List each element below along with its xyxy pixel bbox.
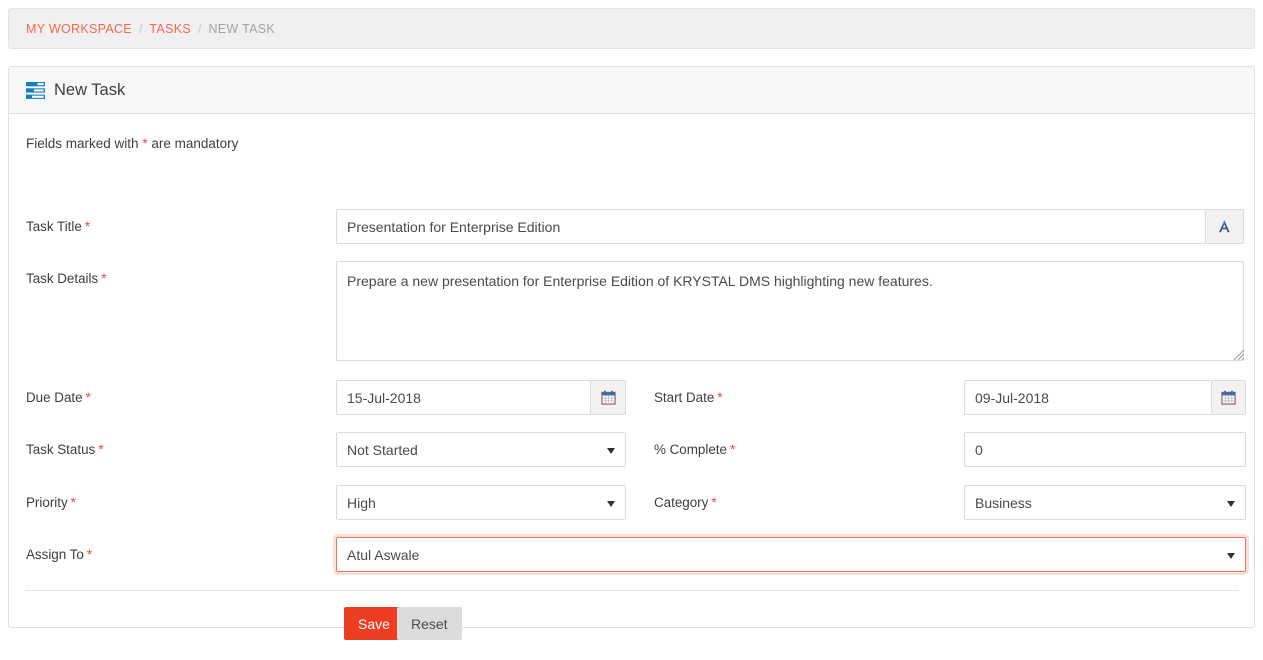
calendar-icon [600, 390, 616, 405]
panel-header: New Task [9, 67, 1254, 114]
label-assign-to: Assign To * [26, 547, 93, 562]
mandatory-note-prefix: Fields marked with [26, 136, 139, 151]
breadcrumb-separator: / [138, 21, 143, 36]
label-start-date: Start Date * [654, 390, 723, 405]
percent-complete-input[interactable] [964, 432, 1246, 467]
chevron-down-icon [607, 447, 615, 454]
priority-value: High [347, 494, 376, 511]
label-priority: Priority * [26, 495, 76, 510]
form-divider [26, 590, 1238, 591]
task-details-textarea[interactable] [336, 261, 1244, 361]
label-task-title: Task Title * [26, 219, 91, 234]
due-date-calendar-button[interactable] [591, 380, 626, 415]
mandatory-note-suffix: are mandatory [151, 136, 239, 151]
breadcrumb-item-my-workspace[interactable]: MY WORKSPACE [26, 22, 132, 36]
label-due-date: Due Date * [26, 390, 91, 405]
breadcrumb-item-tasks[interactable]: TASKS [149, 22, 191, 36]
task-title-format-button[interactable] [1206, 209, 1244, 244]
category-select[interactable]: Business [964, 485, 1246, 520]
assign-to-value: Atul Aswale [347, 546, 420, 563]
calendar-icon [1221, 390, 1236, 405]
task-title-input[interactable] [336, 209, 1206, 244]
page-title: New Task [54, 80, 126, 99]
panel-body: Fields marked with * are mandatory Task … [9, 114, 1254, 640]
new-task-page: MY WORKSPACE / TASKS / NEW TASK New Task [0, 0, 1263, 660]
list-icon [26, 81, 45, 99]
breadcrumb-separator: / [197, 21, 202, 36]
label-task-details: Task Details * [26, 271, 107, 286]
category-value: Business [975, 494, 1032, 511]
required-marker: * [142, 136, 148, 151]
priority-select[interactable]: High [336, 485, 626, 520]
task-status-value: Not Started [347, 441, 418, 458]
mandatory-fields-note: Fields marked with * are mandatory [9, 114, 1254, 151]
breadcrumb: MY WORKSPACE / TASKS / NEW TASK [8, 8, 1255, 49]
start-date-input[interactable] [964, 380, 1212, 415]
label-task-status: Task Status * [26, 442, 104, 457]
breadcrumb-item-new-task: NEW TASK [208, 21, 275, 36]
reset-button[interactable]: Reset [397, 607, 462, 640]
chevron-down-icon [1227, 500, 1235, 507]
save-button[interactable]: Save [344, 607, 404, 640]
new-task-panel: New Task Fields marked with * are mandat… [8, 66, 1255, 640]
label-category: Category * [654, 495, 717, 510]
font-style-a-icon [1219, 220, 1230, 233]
task-status-select[interactable]: Not Started [336, 432, 626, 467]
chevron-down-icon [1227, 552, 1235, 559]
start-date-calendar-button[interactable] [1212, 380, 1246, 415]
assign-to-select[interactable]: Atul Aswale [336, 537, 1246, 572]
label-percent-complete: % Complete * [654, 442, 736, 457]
chevron-down-icon [607, 500, 615, 507]
due-date-input[interactable] [336, 380, 591, 415]
